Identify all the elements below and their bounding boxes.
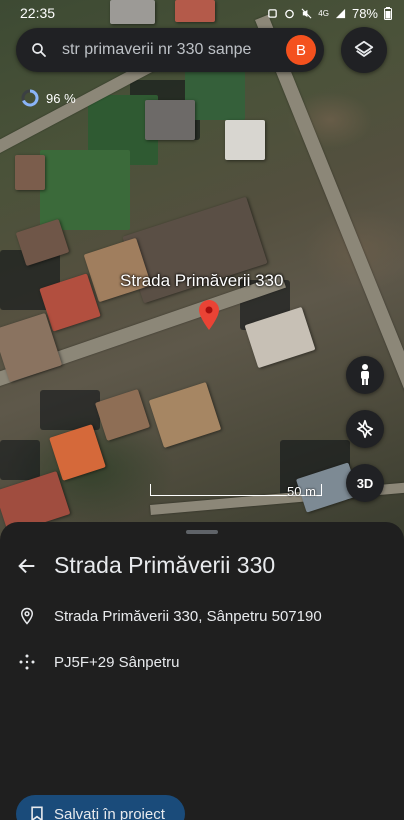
place-bottom-sheet[interactable]: Strada Primăverii 330 Strada Primăverii … bbox=[0, 522, 404, 820]
location-accuracy: 96 % bbox=[20, 88, 76, 108]
plus-code: PJ5F+29 Sânpetru bbox=[54, 653, 180, 671]
status-bar: 22:35 4G 78% bbox=[0, 0, 404, 26]
battery-icon bbox=[384, 6, 392, 20]
map-place-label[interactable]: Strada Primăverii 330 bbox=[120, 271, 283, 291]
pegman-icon bbox=[361, 364, 369, 385]
arrow-left-icon[interactable] bbox=[16, 555, 38, 577]
layers-button[interactable] bbox=[341, 27, 387, 73]
sheet-drag-handle[interactable] bbox=[186, 530, 218, 534]
search-query[interactable]: str primaverii nr 330 sanpe bbox=[62, 41, 278, 59]
bookmark-icon bbox=[31, 806, 43, 820]
network-type: 4G bbox=[318, 8, 329, 18]
place-title: Strada Primăverii 330 bbox=[54, 552, 276, 578]
accuracy-ring-icon bbox=[21, 89, 39, 107]
address-row[interactable]: Strada Primăverii 330, Sânpetru 507190 bbox=[18, 606, 322, 626]
clock: 22:35 bbox=[20, 5, 56, 21]
street-view-button[interactable] bbox=[346, 356, 384, 394]
plus-code-icon bbox=[19, 654, 35, 670]
place-address: Strada Primăverii 330, Sânpetru 507190 bbox=[54, 607, 322, 625]
alarm-icon bbox=[285, 9, 295, 18]
location-pin-marker[interactable] bbox=[199, 300, 219, 330]
layers-icon bbox=[354, 40, 374, 57]
save-button-label: Salvați în proiect bbox=[54, 805, 165, 820]
plus-code-row[interactable]: PJ5F+29 Sânpetru bbox=[18, 653, 180, 671]
signal-icon bbox=[335, 8, 346, 18]
sheet-header: Strada Primăverii 330 bbox=[16, 552, 275, 579]
status-icons: 4G 78% bbox=[267, 6, 392, 21]
search-bar[interactable]: str primaverii nr 330 sanpe B bbox=[16, 28, 324, 72]
accuracy-value: 96 % bbox=[46, 90, 76, 106]
location-pin-icon bbox=[20, 607, 34, 625]
map-scale-label: 50 m bbox=[287, 484, 316, 499]
account-avatar[interactable]: B bbox=[286, 35, 316, 65]
compass-button[interactable] bbox=[346, 410, 384, 448]
compass-icon bbox=[356, 419, 374, 439]
battery-percent: 78% bbox=[351, 5, 378, 21]
mute-icon bbox=[301, 8, 312, 18]
3d-toggle-button[interactable]: 3D bbox=[346, 464, 384, 502]
notification-icon bbox=[268, 8, 278, 18]
search-icon[interactable] bbox=[30, 41, 48, 59]
save-to-project-button[interactable]: Salvați în proiect bbox=[16, 795, 185, 820]
satellite-map[interactable] bbox=[0, 0, 404, 540]
